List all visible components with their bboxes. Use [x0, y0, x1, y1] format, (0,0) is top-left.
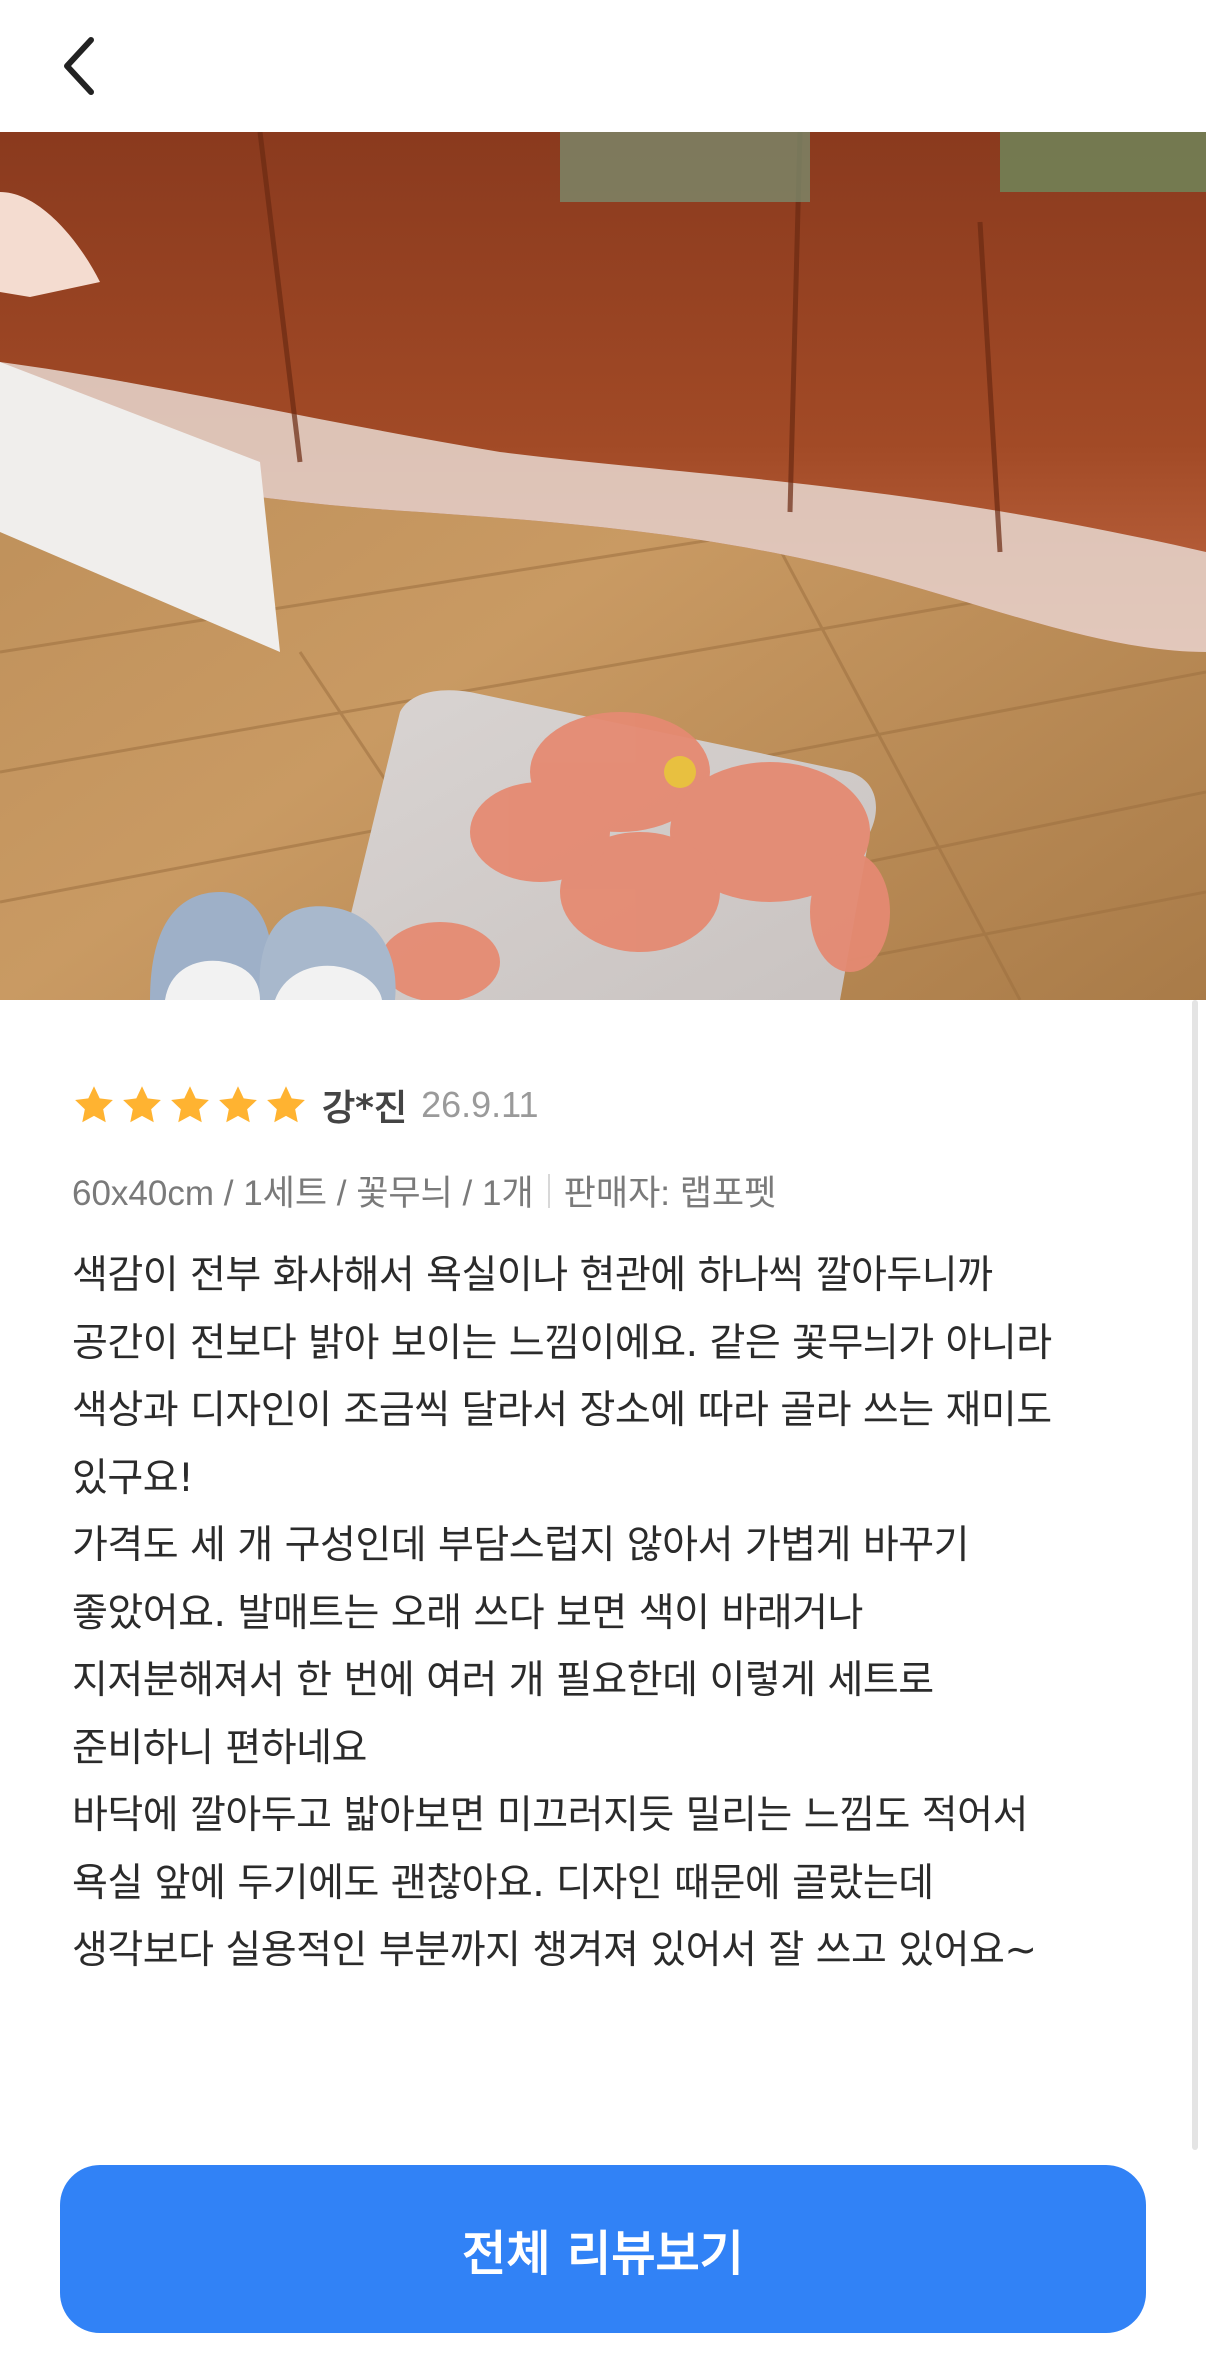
- review-content: 강*진 26.9.11 60x40cm / 1세트 / 꽃무늬 / 1개 판매자…: [72, 1075, 1132, 1985]
- review-body-line: 준비하니 편하네요: [72, 1725, 367, 1771]
- review-body-line: 좋았어요. 발매트는 오래 쓰다 보면 색이 바래거나: [72, 1590, 863, 1636]
- review-body-line: 가격도 세 개 구성인데 부담스럽지 않아서 가볍게 바꾸기: [72, 1523, 970, 1568]
- review-detail-screen: 강*진 26.9.11 60x40cm / 1세트 / 꽃무늬 / 1개 판매자…: [0, 0, 1206, 2356]
- review-body-line: 지저분해져서 한 번에 여러 개 필요한데 이렇게 세트로: [72, 1658, 934, 1703]
- purchase-options: 60x40cm / 1세트 / 꽃무늬 / 1개 판매자: 랩포펫: [72, 1165, 1132, 1216]
- review-photo-image: [0, 132, 1206, 1000]
- review-meta: 강*진 26.9.11: [72, 1075, 1132, 1135]
- seller-text: 판매자: 랩포펫: [563, 1174, 777, 1213]
- review-author: 강*진: [322, 1088, 408, 1129]
- star-rating: [72, 1083, 308, 1127]
- star-icon: [171, 1086, 209, 1123]
- top-bar: [0, 0, 1206, 132]
- star-icon: [75, 1086, 113, 1123]
- review-body-line: 욕실 앞에 두기에도 괜찮아요. 디자인 때문에 골랐는데: [72, 1860, 934, 1906]
- review-body-line: 생각보다 실용적인 부분까지 챙겨져 있어서 잘 쓰고 있어요~: [72, 1928, 1037, 1973]
- scrollbar[interactable]: [1192, 1000, 1198, 2150]
- star-icon: [219, 1086, 257, 1123]
- divider: [547, 1173, 550, 1208]
- review-body-line: 공간이 전보다 밝아 보이는 느낌이에요. 같은 꽃무늬가 아니라: [72, 1320, 1052, 1366]
- back-button[interactable]: [46, 28, 112, 104]
- star-icon: [123, 1086, 161, 1123]
- review-body-line: 바닥에 깔아두고 밟아보면 미끄러지듯 밀리는 느낌도 적어서: [72, 1793, 1028, 1838]
- review-photo[interactable]: [0, 132, 1206, 1000]
- option-text: 60x40cm / 1세트 / 꽃무늬 / 1개: [72, 1174, 534, 1213]
- review-body-line: 있구요!: [72, 1455, 194, 1501]
- review-body: 색감이 전부 화사해서 욕실이나 현관에 하나씩 깔아두니까 공간이 전보다 밝…: [72, 1242, 1142, 1985]
- view-all-reviews-button[interactable]: 전체 리뷰보기: [60, 2165, 1146, 2333]
- review-body-line: 색상과 디자인이 조금씩 달라서 장소에 따라 골라 쓰는 재미도: [72, 1388, 1052, 1433]
- chevron-left-icon: [64, 37, 94, 95]
- star-icon: [267, 1086, 305, 1123]
- review-date: 26.9.11: [421, 1084, 539, 1125]
- review-body-line: 색감이 전부 화사해서 욕실이나 현관에 하나씩 깔아두니까: [72, 1253, 993, 1298]
